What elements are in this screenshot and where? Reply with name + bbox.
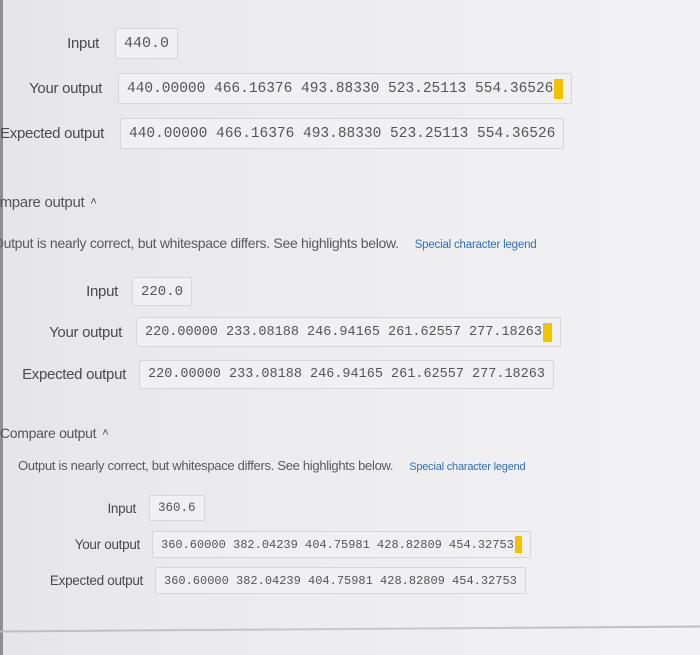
test1-input-row: Input 440.0 (0, 28, 179, 59)
status-message-row: Output is nearly correct, but whitespace… (18, 458, 526, 473)
status-message-row: Output is nearly correct, but whitespace… (0, 235, 537, 251)
your-output-value: 440.00000 466.16376 493.88330 523.25113 … (127, 80, 554, 97)
test3-your-output-row: Your output 360.60000 382.04239 404.7598… (0, 531, 531, 558)
input-value: 440.0 (115, 28, 179, 59)
your-output-label: Your output (74, 537, 141, 552)
test1-your-output-row: Your output 440.00000 466.16376 493.8833… (0, 73, 573, 104)
input-label: Input (67, 35, 99, 52)
expected-output-label: Expected output (0, 125, 104, 142)
expected-output-value: 440.00000 466.16376 493.88330 523.25113 … (120, 118, 565, 149)
test3-expected-output-row: Expected output 360.60000 382.04239 404.… (0, 567, 526, 594)
test1-expected-output-row: Expected output 440.00000 466.16376 493.… (0, 118, 565, 149)
chevron-up-icon: ˄ (90, 196, 97, 208)
expected-output-value: 360.60000 382.04239 404.75981 428.82809 … (155, 567, 526, 594)
compare-output-toggle[interactable]: Compare output ˄ (0, 194, 97, 211)
status-message: Output is nearly correct, but whitespace… (0, 235, 399, 251)
expected-output-label: Expected output (22, 366, 126, 383)
your-output-box: 360.60000 382.04239 404.75981 428.82809 … (152, 531, 531, 558)
expected-output-value: 220.00000 233.08188 246.94165 261.62557 … (139, 360, 554, 389)
compare-output-toggle[interactable]: Compare output ˄ (0, 425, 109, 441)
newline-highlight (514, 536, 522, 553)
your-output-box: 440.00000 466.16376 493.88330 523.25113 … (118, 73, 573, 104)
compare-output-title: Compare output (0, 194, 85, 211)
your-output-label: Your output (29, 80, 102, 97)
your-output-value: 220.00000 233.08188 246.94165 261.62557 … (145, 324, 542, 340)
your-output-value: 360.60000 382.04239 404.75981 428.82809 … (161, 537, 514, 552)
test2-your-output-row: Your output 220.00000 233.08188 246.9416… (0, 317, 561, 347)
newline-highlight (554, 78, 564, 99)
input-label: Input (86, 283, 118, 300)
test2-expected-output-row: Expected output 220.00000 233.08188 246.… (0, 360, 554, 389)
expected-output-label: Expected output (49, 573, 143, 588)
chevron-up-icon: ˄ (102, 427, 109, 439)
your-output-box: 220.00000 233.08188 246.94165 261.62557 … (136, 317, 561, 347)
special-character-legend-link[interactable]: Special character legend (409, 461, 525, 473)
status-message: Output is nearly correct, but whitespace… (18, 458, 394, 473)
input-label: Input (107, 500, 136, 516)
your-output-label: Your output (49, 323, 122, 341)
input-value: 220.0 (132, 277, 193, 306)
special-character-legend-link[interactable]: Special character legend (415, 239, 537, 251)
input-value: 360.6 (149, 495, 205, 521)
divider (0, 625, 700, 633)
test3-input-row: Input 360.6 (0, 495, 205, 521)
compare-output-title: Compare output (0, 425, 97, 441)
test2-input-row: Input 220.0 (0, 277, 193, 306)
newline-highlight (542, 322, 552, 342)
